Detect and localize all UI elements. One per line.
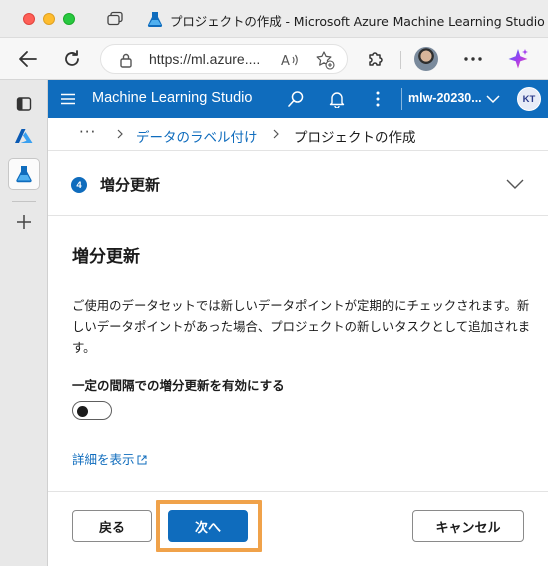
reload-button[interactable] <box>60 47 84 71</box>
breadcrumb-overflow[interactable]: ··· <box>79 123 96 141</box>
window-titlebar: プロジェクトの作成 - Microsoft Azure Machine Lear… <box>0 0 548 38</box>
breadcrumb-current: プロジェクトの作成 <box>294 130 416 146</box>
back-button[interactable]: 戻る <box>72 510 152 542</box>
wizard-footer: 戻る 次へ キャンセル <box>48 491 548 566</box>
add-icon <box>17 215 31 229</box>
sidebar-add-button[interactable] <box>10 208 38 236</box>
tabs-icon <box>16 97 32 111</box>
step-number-badge: 4 <box>71 177 87 193</box>
sidebar-tabs-button[interactable] <box>10 90 38 118</box>
extensions-button[interactable] <box>364 47 388 71</box>
sidebar-divider <box>12 201 36 202</box>
hamburger-menu-icon[interactable] <box>60 91 76 107</box>
browser-toolbar: https://ml.azure.... A <box>0 38 548 80</box>
wizard-step-panel: 4 増分更新 増分更新 ご使用のデータセットでは新しいデータポイントが定期的にチ… <box>48 150 548 566</box>
external-link-icon <box>137 455 147 465</box>
cancel-button[interactable]: キャンセル <box>412 510 524 542</box>
chevron-right-icon <box>117 129 123 139</box>
svg-text:A: A <box>281 54 290 69</box>
maximize-window-button[interactable] <box>63 13 75 25</box>
step-header[interactable]: 4 増分更新 <box>48 151 548 216</box>
header-divider <box>401 88 402 110</box>
app-header: Machine Learning Studio mlw-20230... KT <box>48 80 548 118</box>
learn-more-link[interactable]: 詳細を表示 <box>72 449 147 468</box>
section-heading: 増分更新 <box>72 247 140 267</box>
more-vertical-icon <box>376 91 380 107</box>
user-avatar[interactable]: KT <box>517 87 541 111</box>
lock-icon <box>120 53 132 68</box>
profile-avatar[interactable] <box>414 47 438 71</box>
header-more-button[interactable] <box>368 89 388 109</box>
section-description: ご使用のデータセットでは新しいデータポイントが定期的にチェックされます。新しいデ… <box>72 298 531 355</box>
url-text[interactable]: https://ml.azure.... <box>149 51 260 67</box>
chevron-down-icon[interactable] <box>506 178 524 190</box>
breadcrumb: ··· データのラベル付け プロジェクトの作成 <box>48 118 548 150</box>
minimize-window-button[interactable] <box>43 13 55 25</box>
back-button[interactable] <box>16 47 40 71</box>
reload-icon <box>65 50 79 66</box>
window-title: プロジェクトの作成 - Microsoft Azure Machine Lear… <box>170 14 545 29</box>
add-favorite-icon[interactable] <box>315 50 335 70</box>
chevron-right-icon <box>273 129 279 139</box>
incremental-refresh-toggle[interactable] <box>72 401 112 420</box>
back-arrow-icon <box>19 51 37 67</box>
more-icon <box>464 57 482 61</box>
copilot-icon <box>508 49 528 69</box>
workspace-selector[interactable]: mlw-20230... <box>408 91 482 105</box>
close-window-button[interactable] <box>23 13 35 25</box>
toggle-knob <box>77 405 88 417</box>
incremental-refresh-label: 一定の間隔での増分更新を有効にする <box>72 378 285 393</box>
step-title: 増分更新 <box>100 176 161 194</box>
search-icon <box>288 91 304 107</box>
copilot-button[interactable] <box>506 47 530 71</box>
tab-actions-icon[interactable] <box>106 11 124 27</box>
notifications-button[interactable] <box>327 89 347 109</box>
toolbar-divider <box>400 51 401 69</box>
bell-icon <box>329 92 345 108</box>
header-search-button[interactable] <box>286 89 306 109</box>
app-title[interactable]: Machine Learning Studio <box>92 90 252 106</box>
learn-more-link-text: 詳細を表示 <box>72 452 135 467</box>
address-bar[interactable]: https://ml.azure.... A <box>100 44 348 74</box>
azure-icon <box>15 129 33 143</box>
browser-sidebar <box>0 80 48 566</box>
chevron-down-icon[interactable] <box>486 93 500 105</box>
machine-learning-icon <box>16 166 32 183</box>
breadcrumb-data-labeling-link[interactable]: データのラベル付け <box>136 126 258 146</box>
azure-ml-tab-icon <box>147 12 163 27</box>
read-aloud-icon[interactable]: A <box>281 51 299 69</box>
browser-more-button[interactable] <box>461 47 485 71</box>
next-button[interactable]: 次へ <box>168 510 248 542</box>
sidebar-azure-button[interactable] <box>10 122 38 150</box>
extensions-icon <box>369 52 383 66</box>
sidebar-machine-learning-button[interactable] <box>8 158 40 190</box>
